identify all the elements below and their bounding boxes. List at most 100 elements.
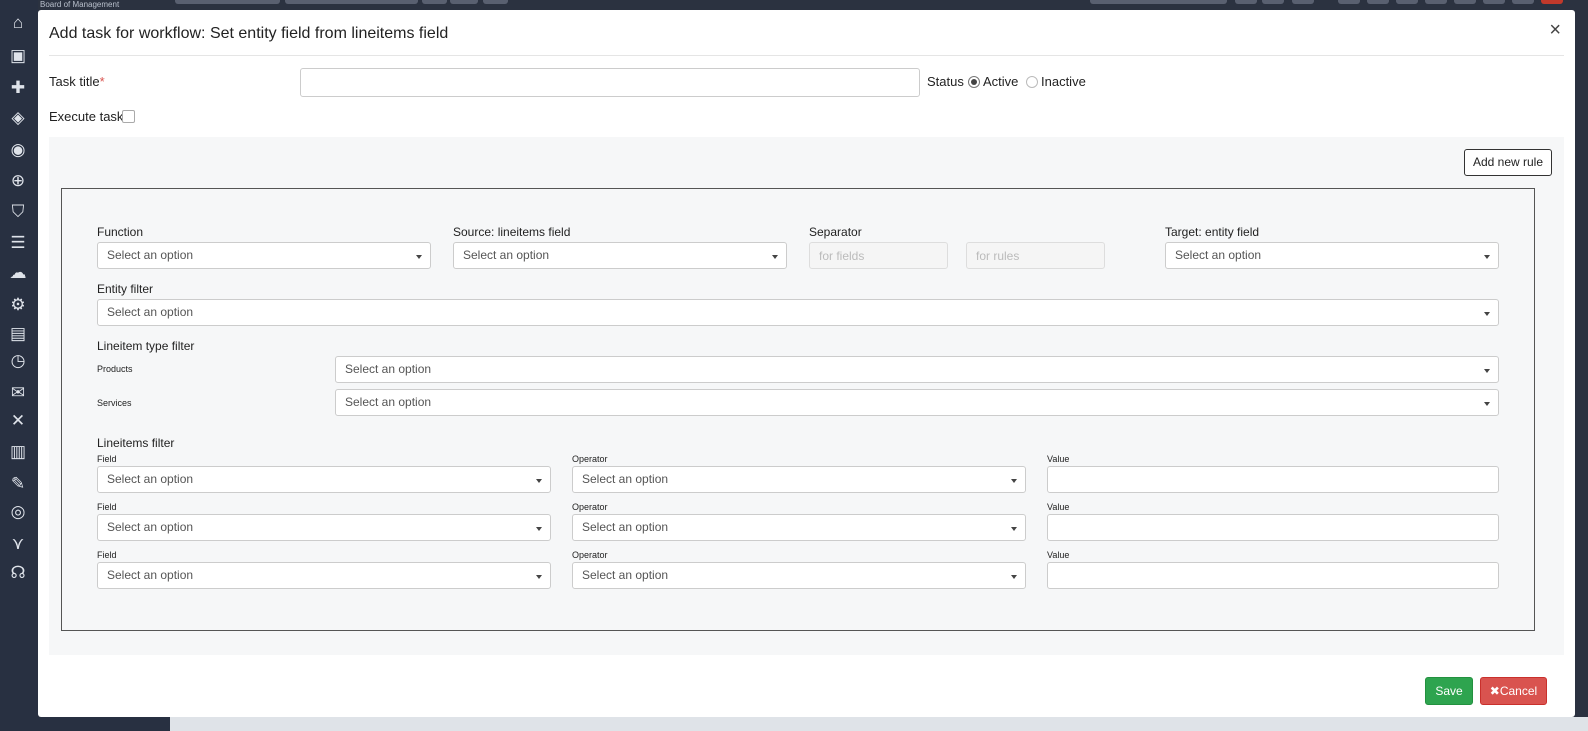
- topbar-tab[interactable]: [175, 0, 280, 4]
- cubes-icon[interactable]: ◈: [8, 108, 28, 128]
- topbar-tab[interactable]: [422, 0, 447, 4]
- modal-title: Add task for workflow: Set entity field …: [49, 25, 449, 42]
- clock-icon[interactable]: ◷: [8, 351, 28, 371]
- filter-field-select-3[interactable]: Select an option: [97, 562, 551, 589]
- separator-fields-input[interactable]: for fields: [809, 242, 948, 269]
- filter-value-input-1[interactable]: [1047, 466, 1499, 493]
- cancel-icon: ✖: [1489, 684, 1500, 698]
- operator-label: Operator: [572, 502, 608, 512]
- status-label: Status: [927, 74, 964, 89]
- search-plus-icon[interactable]: ⊕: [8, 171, 28, 191]
- topbar-button[interactable]: [1425, 0, 1447, 4]
- headset-icon[interactable]: ☊: [8, 563, 28, 583]
- lifebuoy-icon[interactable]: ◎: [8, 502, 28, 522]
- mail-icon[interactable]: ✉: [8, 383, 28, 403]
- lineitems-filter-label: Lineitems filter: [97, 436, 175, 450]
- execute-task-label: Execute task: [49, 109, 124, 124]
- edit-document-icon[interactable]: ✎: [8, 474, 28, 494]
- task-title-label: Task title*: [49, 74, 105, 89]
- shield-icon[interactable]: ⛉: [8, 202, 28, 222]
- inactive-radio[interactable]: [1026, 76, 1038, 88]
- chevron-down-icon: [1484, 312, 1490, 316]
- chevron-down-icon: [416, 255, 422, 259]
- status-active-option[interactable]: Active: [968, 74, 1018, 89]
- add-task-modal: Add task for workflow: Set entity field …: [38, 10, 1575, 717]
- topbar-button[interactable]: [1483, 0, 1505, 4]
- separator-rules-input[interactable]: for rules: [966, 242, 1105, 269]
- execute-task-checkbox[interactable]: [122, 110, 135, 123]
- footer-dark: [38, 717, 170, 731]
- topbar-search[interactable]: [1090, 0, 1227, 4]
- gear-icon[interactable]: ⚙: [8, 295, 28, 315]
- entity-filter-label: Entity filter: [97, 282, 154, 296]
- chevron-down-icon: [1484, 369, 1490, 373]
- rule-box: Function Select an option Source: lineit…: [61, 188, 1535, 631]
- close-button[interactable]: ×: [1549, 20, 1561, 40]
- topbar-button[interactable]: [1235, 0, 1257, 4]
- table-icon[interactable]: ▤: [8, 324, 28, 344]
- value-label: Value: [1047, 550, 1070, 560]
- palette-icon[interactable]: ◉: [8, 140, 28, 160]
- chevron-down-icon: [772, 255, 778, 259]
- topbar-button[interactable]: [1396, 0, 1418, 4]
- topbar-button[interactable]: [1262, 0, 1284, 4]
- app-topbar: Board of Management: [0, 0, 1588, 10]
- entity-filter-select[interactable]: Select an option: [97, 299, 1499, 326]
- products-select[interactable]: Select an option: [335, 356, 1499, 383]
- task-title-input[interactable]: [300, 68, 920, 97]
- tools-icon[interactable]: ✕: [8, 411, 28, 431]
- topbar-tab[interactable]: [483, 0, 508, 4]
- operator-label: Operator: [572, 550, 608, 560]
- topbar-button[interactable]: [1338, 0, 1360, 4]
- lineitem-type-filter-label: Lineitem type filter: [97, 339, 195, 353]
- target-label: Target: entity field: [1165, 225, 1260, 239]
- active-radio[interactable]: [968, 76, 980, 88]
- document-icon[interactable]: ▥: [8, 442, 28, 462]
- chevron-down-icon: [536, 575, 542, 579]
- field-label: Field: [97, 502, 117, 512]
- filter-value-input-2[interactable]: [1047, 514, 1499, 541]
- services-select[interactable]: Select an option: [335, 389, 1499, 416]
- brand-label: Board of Management: [40, 0, 120, 9]
- filter-field-select-2[interactable]: Select an option: [97, 514, 551, 541]
- function-select[interactable]: Select an option: [97, 242, 431, 269]
- chart-icon[interactable]: ⋎: [8, 534, 28, 554]
- field-label: Field: [97, 550, 117, 560]
- filter-operator-select-1[interactable]: Select an option: [572, 466, 1026, 493]
- cloud-icon[interactable]: ☁: [8, 263, 28, 283]
- chevron-down-icon: [1011, 575, 1017, 579]
- topbar-tab[interactable]: [285, 0, 418, 4]
- status-inactive-option[interactable]: Inactive: [1026, 74, 1086, 89]
- briefcase-icon[interactable]: ▣: [8, 46, 28, 66]
- topbar-button[interactable]: [1292, 0, 1314, 4]
- chevron-down-icon: [536, 479, 542, 483]
- topbar-button[interactable]: [1454, 0, 1476, 4]
- page-footer: [38, 717, 1588, 731]
- rules-panel: Add new rule Function Select an option S…: [49, 137, 1564, 655]
- topbar-tab[interactable]: [450, 0, 478, 4]
- save-button[interactable]: Save: [1425, 677, 1473, 705]
- filter-operator-select-3[interactable]: Select an option: [572, 562, 1026, 589]
- topbar-button[interactable]: [1367, 0, 1389, 4]
- value-label: Value: [1047, 454, 1070, 464]
- function-label: Function: [97, 225, 144, 239]
- home-icon[interactable]: ⌂: [8, 13, 28, 33]
- cancel-button[interactable]: ✖Cancel: [1480, 677, 1547, 705]
- field-label: Field: [97, 454, 117, 464]
- source-label: Source: lineitems field: [453, 225, 571, 239]
- add-new-rule-button[interactable]: Add new rule: [1463, 149, 1552, 176]
- filter-value-input-3[interactable]: [1047, 562, 1499, 589]
- puzzle-icon[interactable]: ✚: [8, 78, 28, 98]
- filter-field-select-1[interactable]: Select an option: [97, 466, 551, 493]
- services-label: Services: [97, 398, 132, 408]
- chevron-down-icon: [1484, 255, 1490, 259]
- topbar-button[interactable]: [1512, 0, 1534, 4]
- value-label: Value: [1047, 502, 1070, 512]
- chevron-down-icon: [1484, 402, 1490, 406]
- source-select[interactable]: Select an option: [453, 242, 787, 269]
- topbar-button[interactable]: [1541, 0, 1563, 4]
- filter-operator-select-2[interactable]: Select an option: [572, 514, 1026, 541]
- title-divider: [49, 55, 1564, 56]
- server-icon[interactable]: ☰: [8, 233, 28, 253]
- target-select[interactable]: Select an option: [1165, 242, 1499, 269]
